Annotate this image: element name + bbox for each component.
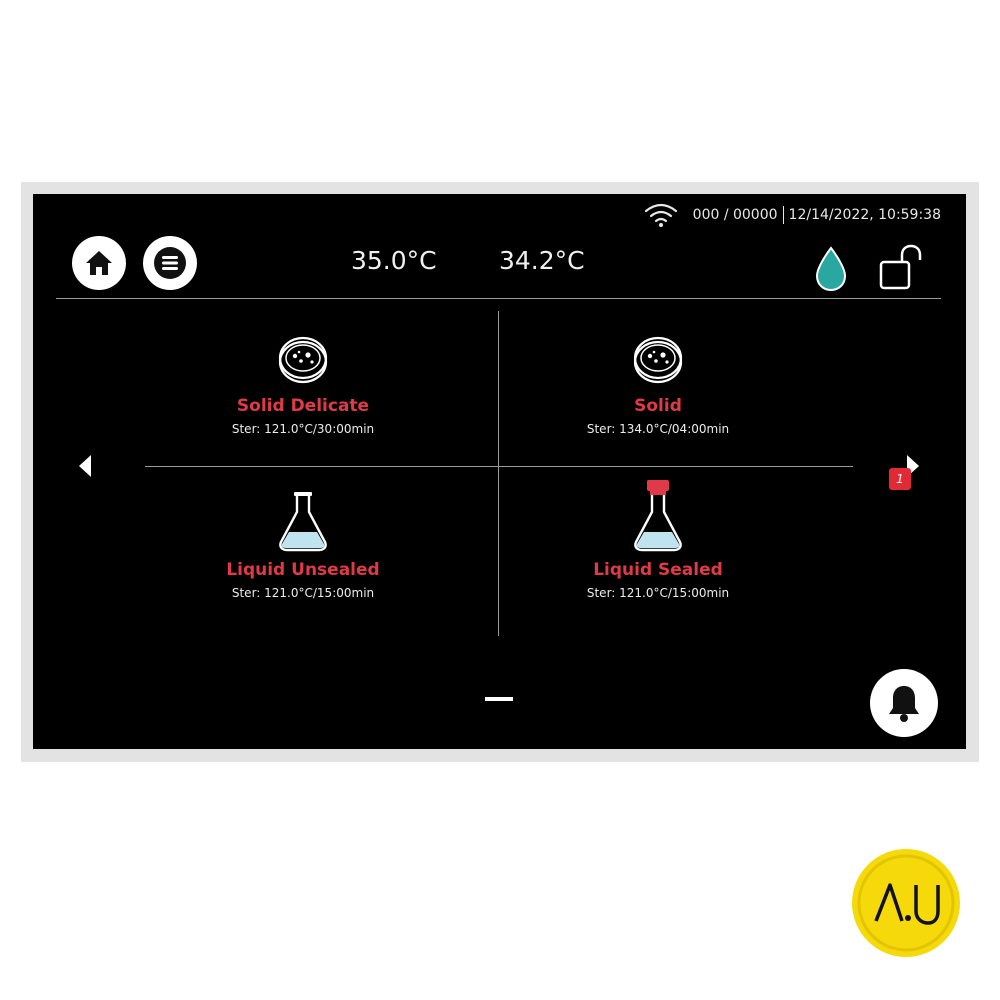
program-name: Liquid Unsealed <box>226 560 380 580</box>
sealed-flask-icon <box>634 480 682 552</box>
home-icon <box>86 251 112 275</box>
unlocked-padlock-icon[interactable] <box>878 244 928 290</box>
bell-icon <box>889 686 919 722</box>
program-solid[interactable]: Solid Ster: 134.0°C/04:00min <box>508 318 808 436</box>
program-info: Ster: 134.0°C/04:00min <box>586 422 730 436</box>
petri-dish-icon <box>278 336 328 384</box>
program-info: Ster: 121.0°C/30:00min <box>231 422 375 436</box>
program-solid-delicate[interactable]: Solid Delicate Ster: 121.0°C/30:00min <box>153 318 453 436</box>
program-name: Liquid Sealed <box>593 560 723 580</box>
program-info: Ster: 121.0°C/15:00min <box>231 586 375 600</box>
petri-dish-icon <box>633 336 683 384</box>
program-info: Ster: 121.0°C/15:00min <box>586 586 730 600</box>
date-time: 12/14/2022, 10:59:38 <box>788 207 941 223</box>
flask-icon <box>279 492 327 552</box>
home-button[interactable] <box>72 236 126 290</box>
arrow-left-icon[interactable] <box>75 452 95 480</box>
cycle-counter: 000 / 00000 <box>692 207 778 223</box>
water-drop-icon[interactable] <box>813 246 849 292</box>
menu-icon <box>154 247 186 279</box>
status-bar: 000 / 00000 12/14/2022, 10:59:38 <box>643 202 941 228</box>
status-divider <box>782 206 784 224</box>
touch-screen: 000 / 00000 12/14/2022, 10:59:38 35.0°C … <box>33 194 966 749</box>
grid-vertical-divider <box>498 311 499 636</box>
au-logo <box>852 849 960 957</box>
program-liquid-sealed[interactable]: Liquid Sealed Ster: 121.0°C/15:00min <box>508 480 808 600</box>
header-divider <box>56 298 941 299</box>
page-indicator <box>485 697 513 701</box>
secondary-temperature: 34.2°C <box>499 246 585 275</box>
notifications-button[interactable] <box>870 669 938 737</box>
notification-badge: 1 <box>889 468 911 490</box>
grid-horizontal-divider <box>145 466 853 467</box>
program-name: Solid Delicate <box>236 396 370 416</box>
program-liquid-unsealed[interactable]: Liquid Unsealed Ster: 121.0°C/15:00min <box>153 482 453 600</box>
menu-button[interactable] <box>143 236 197 290</box>
chamber-temperature: 35.0°C <box>351 246 437 275</box>
program-name: Solid <box>634 396 682 416</box>
wifi-icon <box>644 203 677 227</box>
